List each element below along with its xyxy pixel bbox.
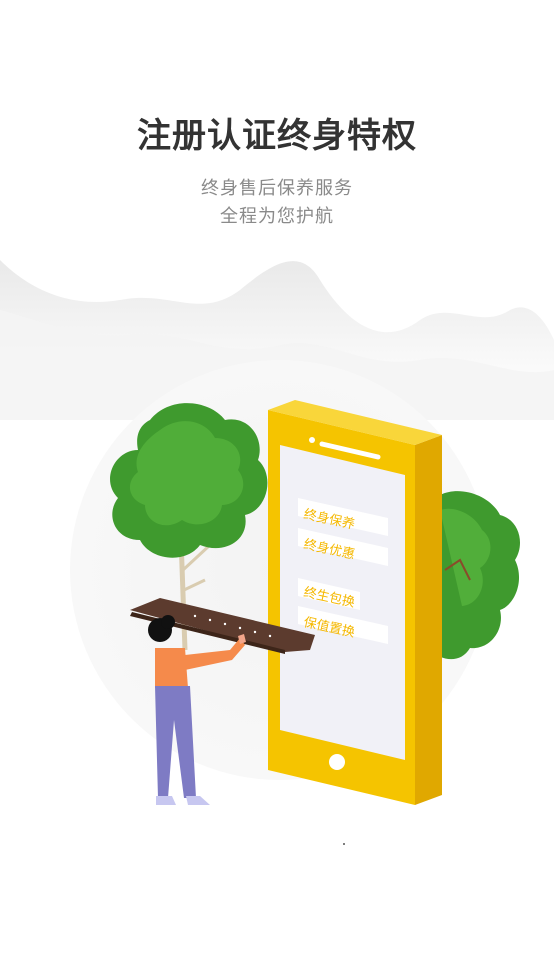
onboarding-page: 注册认证终身特权 终身售后保养服务 全程为您护航 终身保养 终身优惠 终生包换 … bbox=[0, 0, 554, 960]
right-tree bbox=[430, 491, 520, 660]
hero-illustration: 终身保养 终身优惠 终生包换 保值置换 bbox=[0, 250, 554, 830]
decorative-dot bbox=[343, 843, 345, 845]
subtitle-line-2: 全程为您护航 bbox=[220, 206, 334, 227]
subtitle-line-1: 终身售后保养服务 bbox=[201, 178, 353, 199]
page-title: 注册认证终身特权 bbox=[137, 116, 417, 156]
